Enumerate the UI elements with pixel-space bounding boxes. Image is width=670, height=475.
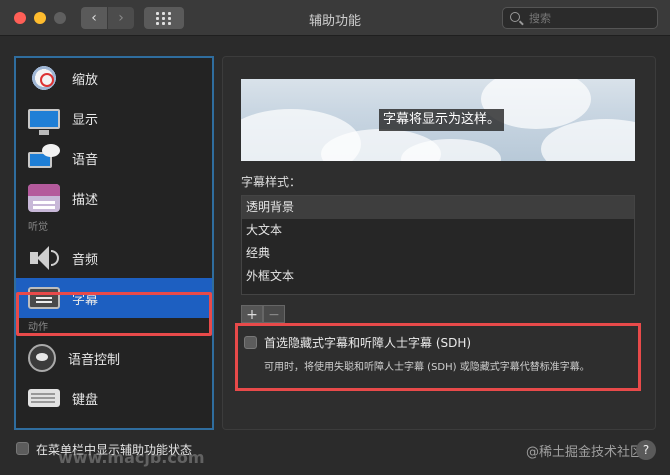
keyboard-icon	[28, 389, 60, 407]
audio-icon	[28, 244, 60, 272]
remove-style-button[interactable]: −	[263, 305, 285, 323]
list-item[interactable]: 经典	[242, 242, 634, 265]
sidebar-item-label: 语音控制	[68, 352, 121, 368]
sidebar-section-hearing: 听觉	[28, 222, 48, 233]
add-style-button[interactable]: +	[241, 305, 263, 323]
caption-style-label: 字幕样式：	[241, 175, 302, 189]
description-icon	[28, 184, 60, 212]
zoom-icon	[28, 64, 60, 92]
sdh-checkbox-label[interactable]: 首选隐藏式字幕和听障人士字幕 (SDH)	[264, 334, 471, 351]
preview-caption-text: 字幕将显示为这样。	[379, 109, 505, 131]
search-field[interactable]	[502, 7, 658, 29]
display-icon	[28, 109, 60, 135]
sidebar-item-voice-control[interactable]: 语音控制	[16, 338, 212, 378]
sidebar-item-label: 语音	[72, 152, 99, 168]
sidebar-item-audio[interactable]: 音频	[16, 238, 212, 278]
sidebar-item-captions[interactable]: 字幕	[16, 278, 212, 318]
list-item[interactable]: 大文本	[242, 219, 634, 242]
captions-panel: 字幕将显示为这样。 字幕样式： 透明背景 大文本 经典 外框文本 + − 首选隐…	[222, 56, 656, 430]
search-icon	[510, 12, 520, 22]
watermark-site: www.macjb.com	[58, 448, 205, 467]
search-input[interactable]	[529, 10, 649, 26]
list-item[interactable]: 外框文本	[242, 265, 634, 288]
sdh-description: 可用时，将使用失聪和听障人士字幕 (SDH) 或隐藏式字幕代替标准字幕。	[264, 362, 590, 373]
help-button[interactable]: ?	[636, 440, 656, 460]
speech-icon	[28, 144, 60, 172]
caption-preview: 字幕将显示为这样。	[241, 79, 635, 161]
sidebar-item-label: 字幕	[72, 292, 99, 308]
caption-style-list[interactable]: 透明背景 大文本 经典 外框文本	[241, 195, 635, 295]
sidebar-item-zoom[interactable]: 缩放	[16, 58, 212, 98]
sidebar-item-display[interactable]: 显示	[16, 98, 212, 138]
sidebar-item-description[interactable]: 描述	[16, 178, 212, 218]
sidebar-item-keyboard[interactable]: 键盘	[16, 378, 212, 418]
captions-icon	[28, 287, 60, 309]
sdh-option-highlight: 首选隐藏式字幕和听障人士字幕 (SDH) 可用时，将使用失聪和听障人士字幕 (S…	[235, 323, 641, 391]
sidebar-item-label: 缩放	[72, 72, 99, 88]
list-item[interactable]: 透明背景	[242, 196, 634, 219]
sidebar-section-action: 动作	[28, 322, 48, 333]
sdh-checkbox[interactable]	[244, 336, 257, 349]
sidebar-item-label: 描述	[72, 192, 99, 208]
sidebar-item-label: 键盘	[72, 392, 99, 408]
sidebar[interactable]: 缩放 显示 语音 描述 听觉 音频 字幕 动作 语音控制 键盘	[14, 56, 214, 430]
voice-control-icon	[28, 344, 56, 372]
menu-bar-status-checkbox[interactable]	[16, 442, 29, 455]
sidebar-item-speech[interactable]: 语音	[16, 138, 212, 178]
sidebar-item-label: 音频	[72, 252, 99, 268]
sidebar-item-label: 显示	[72, 112, 99, 128]
watermark-text: @稀土掘金技术社区	[526, 445, 644, 460]
title-bar: ‹ › 辅助功能	[0, 0, 670, 36]
